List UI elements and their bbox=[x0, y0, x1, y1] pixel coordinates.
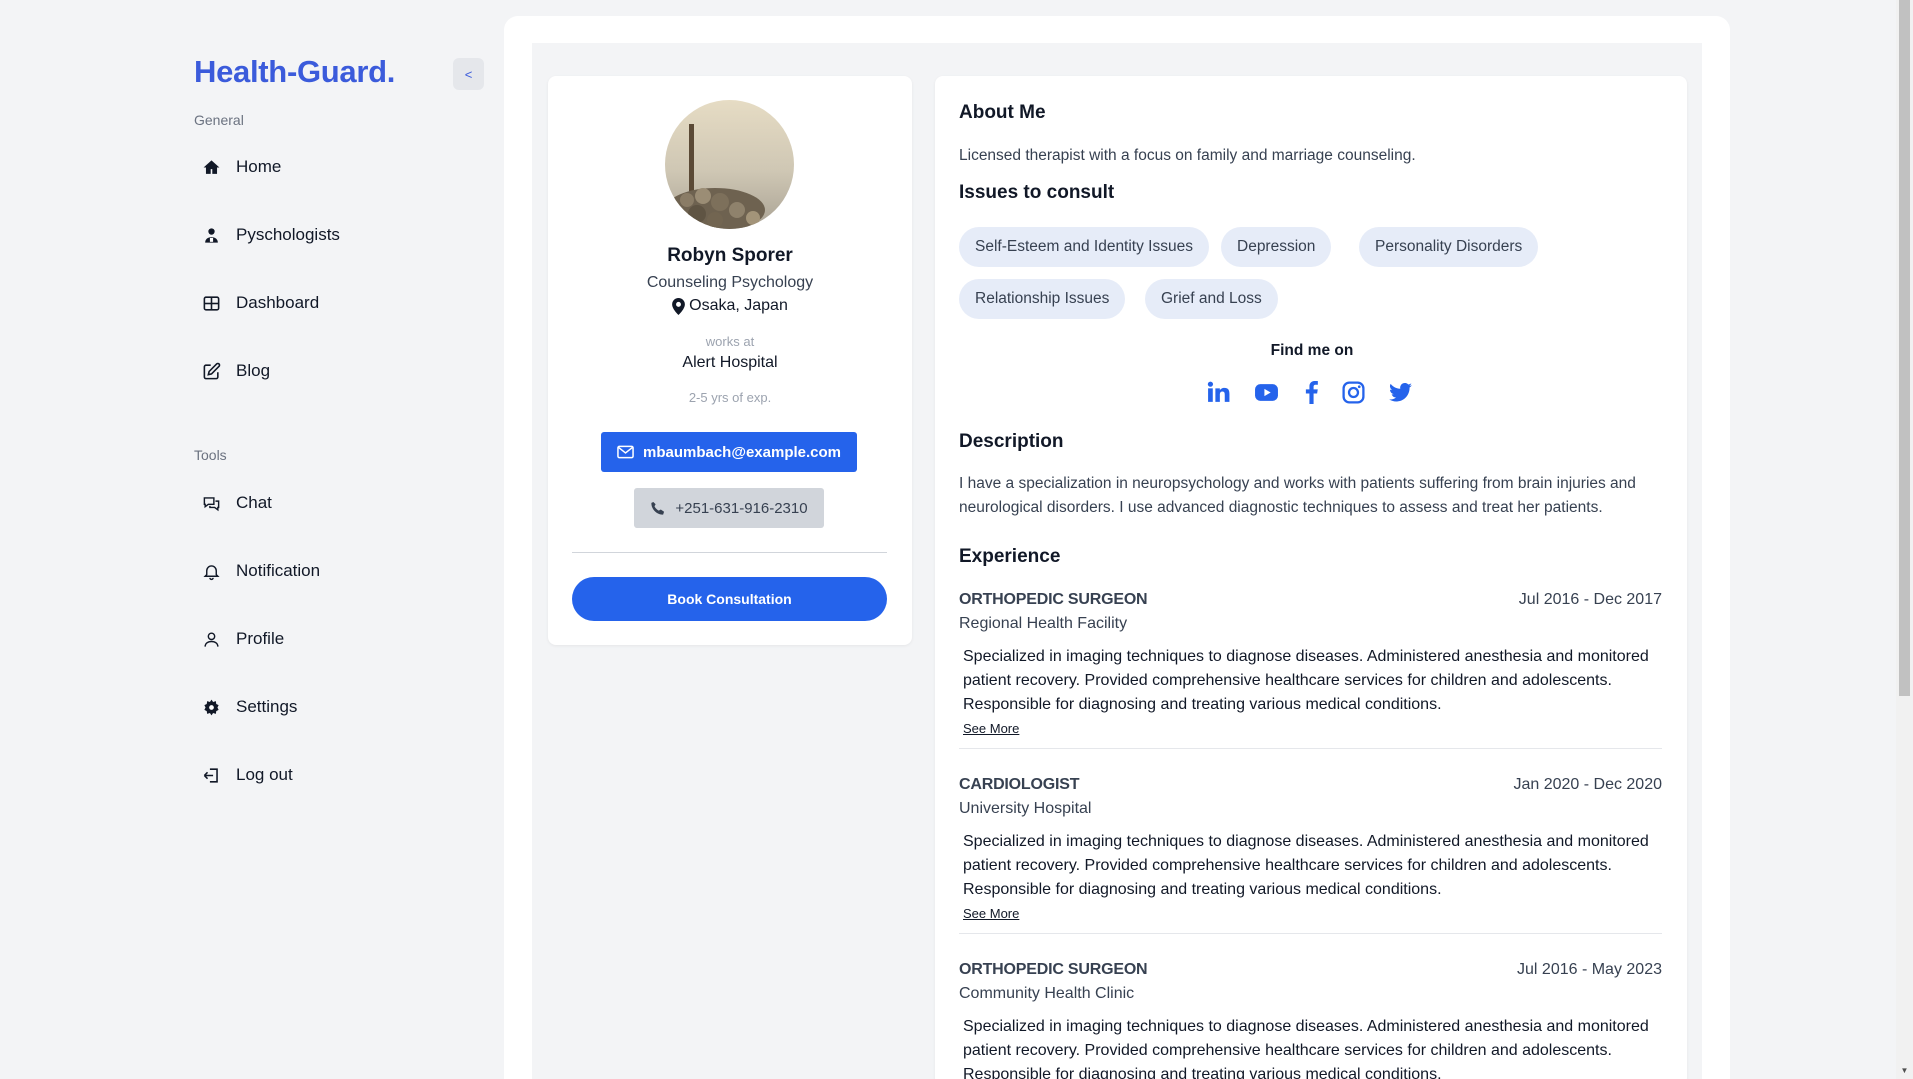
sidebar-item-notification[interactable]: Notification bbox=[200, 553, 460, 589]
email-button[interactable]: mbaumbach@example.com bbox=[601, 432, 857, 472]
experience-organization: University Hospital bbox=[959, 800, 1092, 817]
experience-divider bbox=[959, 748, 1662, 749]
hospital-name: Alert Hospital bbox=[682, 354, 778, 371]
see-more-link[interactable]: See More bbox=[963, 906, 1019, 921]
person-icon bbox=[200, 628, 222, 650]
experience-description: Specialized in imaging techniques to dia… bbox=[963, 833, 1649, 898]
location-text: Osaka, Japan bbox=[689, 297, 788, 314]
experience-role: CARDIOLOGIST bbox=[959, 776, 1080, 793]
gear-icon bbox=[200, 696, 222, 718]
tools-section-label: Tools bbox=[194, 447, 227, 463]
experience-role: ORTHOPEDIC SURGEON bbox=[959, 961, 1148, 978]
sidebar-item-label: Profile bbox=[236, 629, 285, 648]
issue-tag[interactable]: Depression bbox=[1221, 227, 1332, 267]
phone-icon bbox=[651, 501, 665, 515]
sidebar-item-label: Notification bbox=[236, 561, 321, 580]
issue-tag[interactable]: Personality Disorders bbox=[1359, 227, 1539, 267]
sidebar-item-settings[interactable]: Settings bbox=[200, 689, 460, 725]
scroll-down-arrow-icon[interactable]: ▼ bbox=[1899, 1065, 1910, 1077]
issue-tag[interactable]: Self-Esteem and Identity Issues bbox=[959, 227, 1209, 267]
description-title: Description bbox=[959, 431, 1064, 452]
sidebar-item-label: Dashboard bbox=[236, 293, 320, 312]
experience-dates: Jan 2020 - Dec 2020 bbox=[1513, 776, 1662, 793]
sidebar: Health-Guard. < General Home Pyschologis… bbox=[0, 0, 500, 1079]
experience-organization: Community Health Clinic bbox=[959, 985, 1135, 1002]
twitter-icon[interactable] bbox=[1386, 378, 1414, 406]
mail-icon bbox=[617, 445, 634, 459]
logout-icon bbox=[200, 764, 222, 786]
profile-location: Osaka, Japan bbox=[548, 297, 912, 315]
experience-description: Specialized in imaging techniques to dia… bbox=[963, 648, 1649, 713]
email-text: mbaumbach@example.com bbox=[642, 443, 842, 461]
see-more-link[interactable]: See More bbox=[963, 721, 1019, 736]
grid-icon bbox=[200, 292, 222, 314]
experience-dates: Jul 2016 - May 2023 bbox=[1517, 961, 1662, 978]
profile-name: Robyn Sporer bbox=[667, 245, 793, 266]
experience-role: ORTHOPEDIC SURGEON bbox=[959, 591, 1148, 608]
home-icon bbox=[200, 156, 222, 178]
experience-years: 2-5 yrs of exp. bbox=[688, 390, 772, 405]
youtube-icon[interactable] bbox=[1252, 378, 1280, 406]
facebook-icon[interactable] bbox=[1297, 378, 1325, 406]
works-at-label: works at bbox=[705, 334, 755, 349]
general-section-label: General bbox=[194, 112, 244, 128]
sidebar-item-label: Chat bbox=[236, 493, 272, 512]
phone-button[interactable]: +251-631-916-2310 bbox=[634, 488, 824, 528]
sidebar-item-dashboard[interactable]: Dashboard bbox=[200, 285, 460, 321]
experience-divider bbox=[959, 933, 1662, 934]
sidebar-item-label: Pyschologists bbox=[236, 225, 340, 244]
edit-icon bbox=[200, 360, 222, 382]
issue-tag[interactable]: Grief and Loss bbox=[1145, 279, 1278, 319]
sidebar-item-label: Settings bbox=[236, 697, 298, 716]
book-consultation-button[interactable]: Book Consultation bbox=[572, 577, 887, 621]
bell-icon bbox=[200, 560, 222, 582]
user-icon bbox=[200, 224, 222, 246]
card-divider bbox=[572, 552, 887, 553]
sidebar-item-logout[interactable]: Log out bbox=[200, 757, 460, 793]
sidebar-item-label: Log out bbox=[236, 765, 293, 784]
about-text: Licensed therapist with a focus on famil… bbox=[959, 147, 1416, 164]
experience-title: Experience bbox=[959, 546, 1061, 567]
profile-specialty: Counseling Psychology bbox=[646, 274, 814, 291]
sidebar-item-chat[interactable]: Chat bbox=[200, 485, 460, 521]
sidebar-item-psychologists[interactable]: Pyschologists bbox=[200, 217, 460, 253]
phone-text: +251-631-916-2310 bbox=[675, 499, 808, 517]
sidebar-item-label: Blog bbox=[236, 361, 271, 380]
experience-description: Specialized in imaging techniques to dia… bbox=[963, 1018, 1649, 1079]
issue-tag[interactable]: Relationship Issues bbox=[959, 279, 1126, 319]
linkedin-icon[interactable] bbox=[1204, 378, 1232, 406]
description-text: I have a specialization in neuropsycholo… bbox=[959, 475, 1636, 516]
about-title: About Me bbox=[959, 102, 1046, 123]
experience-dates: Jul 2016 - Dec 2017 bbox=[1518, 591, 1662, 608]
sidebar-item-label: Home bbox=[236, 157, 282, 176]
sidebar-item-home[interactable]: Home bbox=[200, 149, 460, 185]
find-me-title: Find me on bbox=[1270, 342, 1354, 359]
instagram-icon[interactable] bbox=[1339, 378, 1367, 406]
experience-organization: Regional Health Facility bbox=[959, 615, 1128, 632]
sidebar-item-blog[interactable]: Blog bbox=[200, 353, 460, 389]
location-pin-icon bbox=[672, 297, 685, 315]
collapse-sidebar-button[interactable]: < bbox=[453, 58, 484, 90]
app-logo[interactable]: Health-Guard. bbox=[194, 54, 395, 90]
sidebar-item-profile[interactable]: Profile bbox=[200, 621, 460, 657]
issues-title: Issues to consult bbox=[959, 182, 1115, 203]
scrollbar-thumb[interactable] bbox=[1899, 0, 1910, 696]
chat-icon bbox=[200, 492, 222, 514]
avatar bbox=[665, 100, 794, 229]
